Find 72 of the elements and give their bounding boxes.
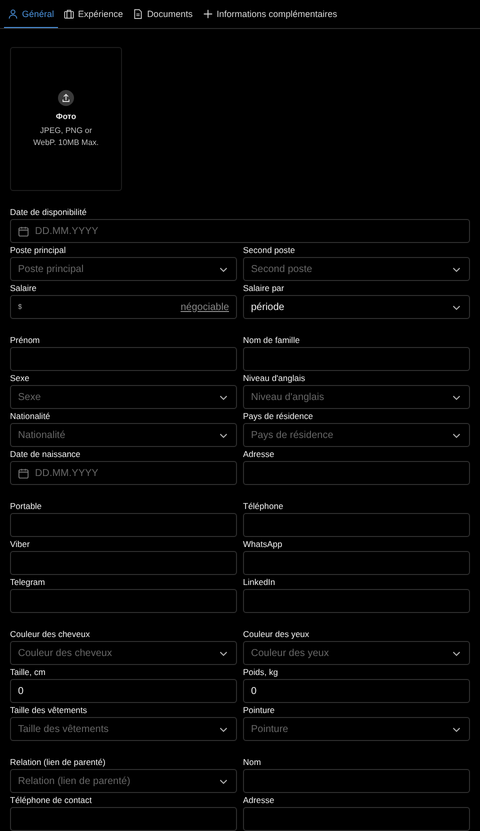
field-label: Date de naissance xyxy=(10,448,82,460)
date-field[interactable]: DD.MM.YYYY xyxy=(10,461,237,485)
field-label: Adresse xyxy=(243,448,276,460)
input-field[interactable] xyxy=(10,513,237,537)
input-field[interactable] xyxy=(243,347,470,371)
field-label: Second poste xyxy=(243,244,296,256)
field-label: Pointure xyxy=(243,704,276,716)
field-label: Telegram xyxy=(10,576,46,588)
select-field[interactable]: Pointure xyxy=(243,717,470,741)
select-field[interactable]: Taille des vêtements xyxy=(10,717,237,741)
field-label: Nom xyxy=(243,756,262,768)
tab[interactable]: Général xyxy=(4,0,58,28)
field-label: Prénom xyxy=(10,334,41,346)
field-label: Poste principal xyxy=(10,244,67,256)
person-icon xyxy=(8,8,18,18)
select-field[interactable]: période xyxy=(243,295,470,319)
field-label: Portable xyxy=(10,500,43,512)
input-field[interactable] xyxy=(243,461,470,485)
upload-icon xyxy=(58,90,74,106)
input-field[interactable] xyxy=(10,589,237,613)
field-label: Niveau d'anglais xyxy=(243,372,306,384)
field-label: Couleur des yeux xyxy=(243,628,310,640)
photo-upload-area[interactable]: Фото JPEG, PNG or WebP. 10MB Max. xyxy=(10,47,122,191)
tab[interactable]: Informations complémentaires xyxy=(198,0,342,28)
photo-hint: JPEG, PNG or WebP. 10MB Max. xyxy=(33,124,99,148)
input-field[interactable]: 0 xyxy=(243,679,470,703)
select-field[interactable]: Couleur des cheveux xyxy=(10,641,237,665)
select-field[interactable]: Sexe xyxy=(10,385,237,409)
field-label: Relation (lien de parenté) xyxy=(10,756,106,768)
calendar-icon xyxy=(18,468,29,478)
input-field[interactable]: 0 xyxy=(10,679,237,703)
field-label: Date de disponibilité xyxy=(10,206,88,218)
select-field[interactable]: Couleur des yeux xyxy=(243,641,470,665)
field-label: Sexe xyxy=(10,372,30,384)
input-field[interactable] xyxy=(243,589,470,613)
input-field[interactable] xyxy=(10,347,237,371)
plus-icon xyxy=(202,8,213,18)
field-label: Couleur des cheveux xyxy=(10,628,91,640)
field-label: Téléphone de contact xyxy=(10,794,93,806)
field-label: Taille, cm xyxy=(10,666,46,678)
field-label: LinkedIn xyxy=(243,576,276,588)
date-field[interactable]: DD.MM.YYYY xyxy=(10,219,470,243)
select-field[interactable]: Nationalité xyxy=(10,423,237,447)
select-field[interactable]: Pays de résidence xyxy=(243,423,470,447)
field-label: Poids, kg xyxy=(243,666,279,678)
document-icon xyxy=(133,8,144,18)
select-field[interactable]: Relation (lien de parenté) xyxy=(10,769,237,793)
input-field[interactable] xyxy=(243,551,470,575)
tab[interactable]: Documents xyxy=(129,0,197,28)
input-field[interactable] xyxy=(243,769,470,793)
field-label: WhatsApp xyxy=(243,538,284,550)
field-label: Nom de famille xyxy=(243,334,301,346)
input-field[interactable] xyxy=(243,807,470,831)
input-field[interactable] xyxy=(243,513,470,537)
field-label: Taille des vêtements xyxy=(10,704,88,716)
select-field[interactable]: Niveau d'anglais xyxy=(243,385,470,409)
briefcase-icon xyxy=(64,8,74,18)
tab[interactable]: Expérience xyxy=(60,0,128,28)
field-label: Salaire xyxy=(10,282,38,294)
select-field[interactable]: Poste principal xyxy=(10,257,237,281)
field-label: Téléphone xyxy=(243,500,284,512)
select-field[interactable]: Second poste xyxy=(243,257,470,281)
calendar-icon xyxy=(18,226,29,236)
field-label: Adresse xyxy=(243,794,276,806)
input-field[interactable] xyxy=(10,551,237,575)
input-field[interactable] xyxy=(10,807,237,831)
negotiable-link[interactable]: négociable xyxy=(180,302,229,312)
photo-title: Фото xyxy=(56,112,76,120)
field-label: Nationalité xyxy=(10,410,52,422)
field-label: Viber xyxy=(10,538,31,550)
field-label: Pays de résidence xyxy=(243,410,314,422)
field-label: Salaire par xyxy=(243,282,286,294)
